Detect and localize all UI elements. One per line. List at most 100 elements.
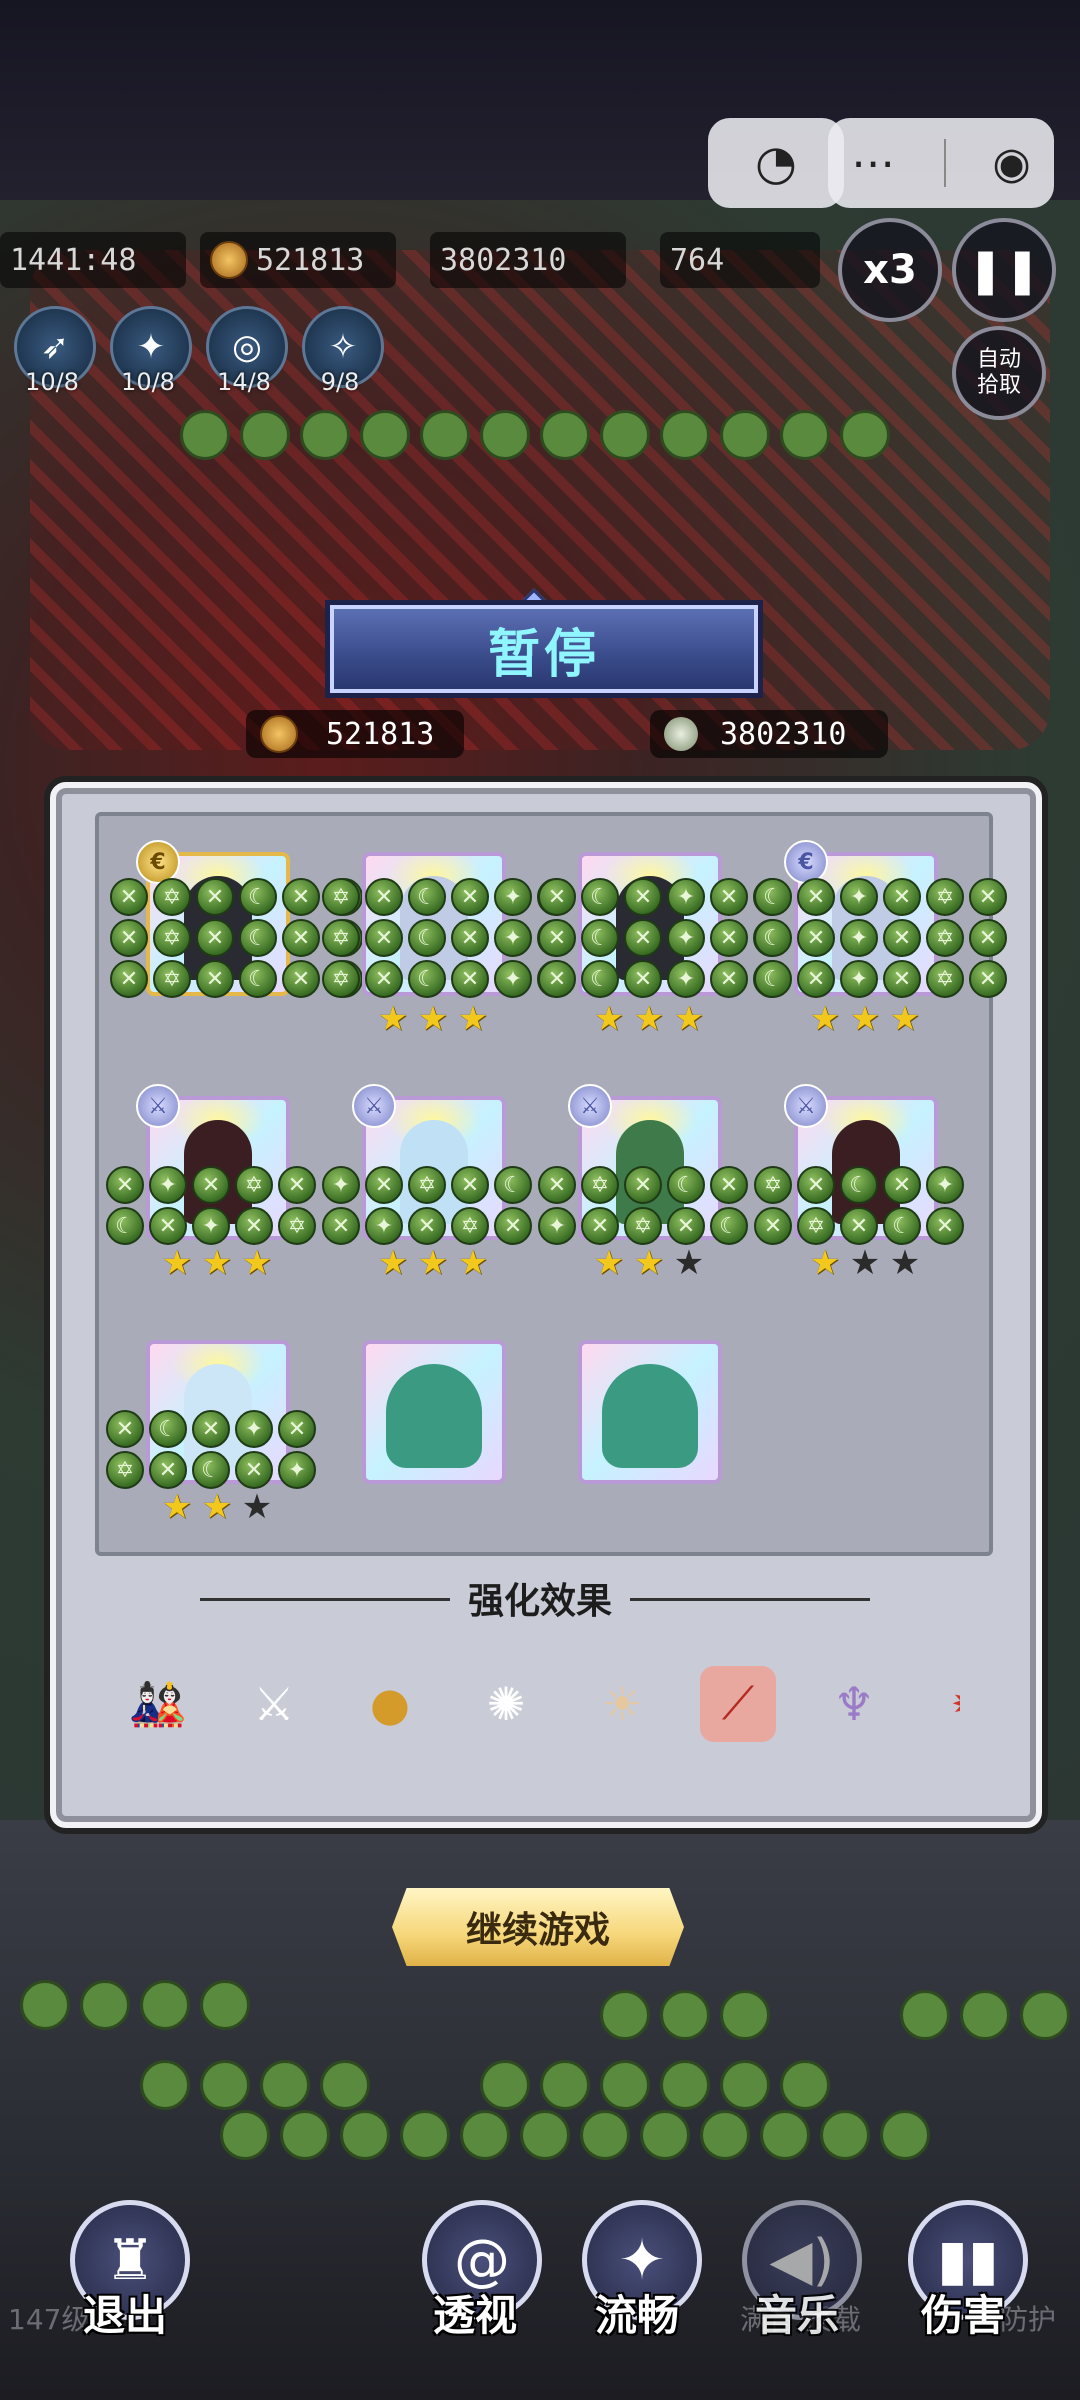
weapon-orb: ✦ (926, 1166, 964, 1204)
enemy-orb (420, 410, 470, 460)
weapon-orb: ✡ (153, 878, 191, 916)
auto-pickup-button[interactable]: 自动 拾取 (952, 326, 1046, 420)
stats-bar: 1441:48 521813 3802310 764 (0, 232, 880, 292)
pause-button[interactable]: ❚❚ (952, 218, 1056, 322)
star-filled-icon: ★ (593, 1243, 625, 1283)
hero-star-rating: ★ ★ ★ (808, 1246, 922, 1280)
weapon-orb: ✕ (196, 878, 234, 916)
weapon-orb: ☾ (494, 1166, 532, 1204)
star-filled-icon: ★ (201, 1487, 233, 1527)
weapon-orb: ✦ (840, 878, 878, 916)
weapon-orb: ✦ (149, 1166, 187, 1204)
weapon-orb: ✕ (365, 1166, 403, 1204)
puppet-icon[interactable]: 🎎 (120, 1666, 196, 1742)
minigame-menu-capsule[interactable]: ⋯ ◉ (828, 118, 1054, 208)
hero-star-rating: ★ ★ ★ (376, 1002, 490, 1036)
enemy-orb (220, 2110, 270, 2160)
weapon-orb: ✡ (451, 1207, 489, 1245)
weapon-orb: ☾ (192, 1451, 230, 1489)
speed-button[interactable]: x3 (838, 218, 942, 322)
enemy-orb (780, 2060, 830, 2110)
weapon-orb: ✡ (322, 960, 360, 998)
enemy-orb (780, 410, 830, 460)
weapon-orb: ☾ (667, 1166, 705, 1204)
minigame-back-button[interactable]: ◔ (708, 118, 844, 208)
continue-game-button[interactable]: 继续游戏 (392, 1888, 684, 1966)
flame-icon[interactable]: ✹ (932, 1666, 960, 1742)
effects-list[interactable]: 🎎 ⚔ ● ✺ ☀ ⟋ ♆ ✹ (120, 1666, 960, 1746)
enemy-orb (660, 410, 710, 460)
enemy-orb (660, 1990, 710, 2040)
star-empty-icon: ★ (849, 1243, 881, 1283)
pacman-icon: ◔ (755, 135, 797, 191)
blade-icon[interactable]: ⟋ (700, 1666, 776, 1742)
pause-kills-text: 3802310 (720, 716, 847, 752)
weapon-orb: ✕ (883, 960, 921, 998)
pause-gold-pill: 521813 (246, 710, 464, 758)
weapon-orb: ☾ (710, 1207, 748, 1245)
enemy-orb (280, 2110, 330, 2160)
weapon-orb: ✕ (235, 1451, 273, 1489)
skull-icon (664, 717, 698, 751)
auto-pickup-label-2: 拾取 (976, 373, 1021, 398)
star-empty-icon: ★ (673, 1243, 705, 1283)
enemy-orb (200, 2060, 250, 2110)
weapon-orb: ✕ (624, 919, 662, 957)
claw-icon: ✧ (328, 327, 358, 367)
weapon-orb: ☾ (408, 878, 446, 916)
feather-icon: ➶ (40, 327, 70, 367)
weapon-orb: ✡ (926, 878, 964, 916)
coin-icon[interactable]: ● (352, 1666, 428, 1742)
weapon-orb: ✕ (365, 960, 403, 998)
weapon-orb: ✕ (969, 919, 1007, 957)
enemy-orb (460, 2110, 510, 2160)
weapon-orb: ☾ (754, 919, 792, 957)
strength-icon[interactable]: ☀ (584, 1666, 660, 1742)
weapon-orb: ✕ (106, 1166, 144, 1204)
weapon-orb: ✕ (282, 878, 320, 916)
weapon-orb: ✕ (926, 1207, 964, 1245)
weapon-orb: ✦ (494, 919, 532, 957)
weapon-orb: ✕ (969, 960, 1007, 998)
hero-star-rating: ★ ★ ★ (160, 1490, 274, 1524)
enemy-orb (600, 2060, 650, 2110)
enemy-orb (960, 1990, 1010, 2040)
weapon-orb: ✕ (538, 919, 576, 957)
hero-star-rating: ★ ★ ★ (808, 1002, 922, 1036)
weapon-orb: ✡ (153, 919, 191, 957)
weapon-orb: ☾ (883, 1207, 921, 1245)
weapon-orb: ✕ (365, 878, 403, 916)
weapon-orb: ✕ (451, 960, 489, 998)
weapon-orb: ✕ (494, 1207, 532, 1245)
hero-card[interactable] (362, 1340, 506, 1484)
weapon-orb: ✕ (624, 878, 662, 916)
damage-label: 伤害 (920, 2291, 1005, 2340)
enemy-orb (320, 2060, 370, 2110)
potion-icon[interactable]: ♆ (816, 1666, 892, 1742)
close-target-icon[interactable]: ◉ (992, 138, 1030, 189)
star-filled-icon: ★ (809, 999, 841, 1039)
weapon-orb: ✕ (149, 1207, 187, 1245)
weapon-orb: ☾ (581, 960, 619, 998)
weapon-orb: ✦ (322, 1166, 360, 1204)
enemy-orb (340, 2110, 390, 2160)
exit-label: 退出 (82, 2291, 167, 2340)
crossed-swords-icon[interactable]: ⚔ (236, 1666, 312, 1742)
enemy-orb (640, 2110, 690, 2160)
timer-text: 1441:48 (10, 242, 137, 278)
star-filled-icon: ★ (377, 1243, 409, 1283)
weapon-orb: ✡ (408, 1166, 446, 1204)
star-filled-icon: ★ (593, 999, 625, 1039)
weapon-orb: ☾ (239, 919, 277, 957)
firework-icon[interactable]: ✺ (468, 1666, 544, 1742)
weapon-orb: ✕ (196, 960, 234, 998)
enemy-orb (140, 1980, 190, 2030)
more-dots-icon[interactable]: ⋯ (851, 138, 897, 189)
enemy-orb (140, 2060, 190, 2110)
hero-star-rating: ★ ★ ★ (376, 1246, 490, 1280)
weapon-orb: ✦ (235, 1410, 273, 1448)
weapon-orb: ✕ (797, 919, 835, 957)
weapon-orb-group: ✡ ✕ ☾ ✕ ✦ ✕ ✡ ✕ ☾ ✕ (754, 1166, 969, 1245)
hero-card[interactable] (578, 1340, 722, 1484)
weapon-orb: ✕ (149, 1451, 187, 1489)
